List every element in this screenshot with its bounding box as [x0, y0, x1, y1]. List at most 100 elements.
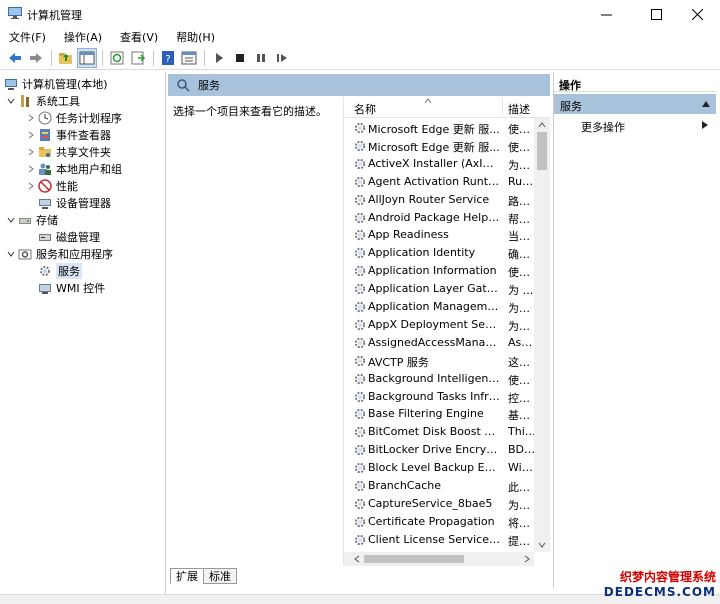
- column-header-name[interactable]: 名称: [354, 101, 376, 117]
- tree-item-services-and-applications[interactable]: 服务和应用程序: [6, 245, 113, 262]
- service-name: Android Package Helper ...: [368, 210, 500, 224]
- restart-service-button[interactable]: [272, 48, 292, 68]
- table-row[interactable]: BitComet Disk Boost Ser... This ...: [344, 423, 536, 441]
- tree-item-services[interactable]: 服务: [38, 262, 82, 279]
- back-button[interactable]: [5, 48, 25, 68]
- horizontal-scroll-thumb[interactable]: [364, 555, 464, 563]
- table-row[interactable]: AVCTP 服务 这是...: [344, 352, 536, 370]
- service-name: BitComet Disk Boost Ser...: [368, 425, 500, 439]
- scroll-down-button[interactable]: [534, 538, 550, 552]
- toolbar-separator: [204, 49, 205, 66]
- tree-item-local-users[interactable]: 本地用户和组: [26, 160, 122, 177]
- tab-extended[interactable]: 扩展: [170, 568, 204, 584]
- menu-action[interactable]: 操作(A): [61, 29, 105, 45]
- pause-service-button[interactable]: [251, 48, 271, 68]
- properties-button[interactable]: [179, 48, 199, 68]
- watermark-line2: DEDECMS.COM: [603, 585, 716, 599]
- service-name: Certificate Propagation: [368, 514, 495, 528]
- table-row[interactable]: BitLocker Drive Encryptio... BDE...: [344, 441, 536, 459]
- scroll-up-button[interactable]: [534, 118, 550, 132]
- menu-view[interactable]: 查看(V): [117, 29, 161, 45]
- tree-item-system-tools[interactable]: 系统工具: [6, 92, 80, 109]
- menu-file[interactable]: 文件(F): [6, 29, 49, 45]
- service-name: Application Identity: [368, 246, 476, 260]
- table-row[interactable]: Application Layer Gatewa... 为 In...: [344, 280, 536, 298]
- tree-item-disk-management[interactable]: 磁盘管理: [38, 228, 100, 245]
- stop-service-button[interactable]: [230, 48, 250, 68]
- tree-item-storage[interactable]: 存储: [6, 211, 58, 228]
- menu-help[interactable]: 帮助(H): [173, 29, 218, 45]
- table-row[interactable]: Agent Activation Runtime... Runt...: [344, 173, 536, 191]
- service-description: 使用...: [508, 373, 536, 387]
- collapsed-chevron-icon[interactable]: [26, 147, 36, 157]
- table-row[interactable]: BranchCache 此服...: [344, 477, 536, 495]
- tree-item-event-viewer[interactable]: 事件查看器: [26, 126, 111, 143]
- export-list-icon: [131, 51, 146, 64]
- table-row[interactable]: CaptureService_8bae5 为调...: [344, 495, 536, 513]
- table-row[interactable]: AppX Deployment Servic... 为部...: [344, 316, 536, 334]
- service-name: Agent Activation Runtime...: [368, 174, 500, 188]
- collapsed-chevron-icon[interactable]: [26, 113, 36, 123]
- collapsed-chevron-icon[interactable]: [26, 130, 36, 140]
- table-row[interactable]: Client License Service (Cli... 提供...: [344, 531, 536, 549]
- table-row[interactable]: Application Management 为通...: [344, 298, 536, 316]
- forward-button[interactable]: [26, 48, 46, 68]
- table-row[interactable]: Block Level Backup Engi... Win...: [344, 459, 536, 477]
- vertical-scrollbar[interactable]: [534, 118, 550, 552]
- table-row[interactable]: AllJoyn Router Service 路由...: [344, 191, 536, 209]
- table-row[interactable]: App Readiness 当用...: [344, 226, 536, 244]
- collapsed-chevron-icon[interactable]: [26, 164, 36, 174]
- table-row[interactable]: Background Intelligent T... 使用...: [344, 370, 536, 388]
- maximize-icon: [650, 8, 662, 20]
- service-description: 这是...: [508, 355, 536, 369]
- tree-item-wmi-control[interactable]: WMI 控件: [38, 279, 105, 296]
- tree-item-performance[interactable]: 性能: [26, 177, 78, 194]
- collapsed-chevron-icon[interactable]: [26, 181, 36, 191]
- expanded-chevron-icon[interactable]: [6, 215, 16, 225]
- title-bar: 计算机管理: [0, 0, 720, 28]
- table-row[interactable]: Background Tasks Infras... 控制...: [344, 388, 536, 406]
- table-row[interactable]: Android Package Helper ... 帮助...: [344, 209, 536, 227]
- gear-icon: [353, 336, 367, 350]
- help-button[interactable]: ?: [158, 48, 178, 68]
- expanded-chevron-icon[interactable]: [6, 96, 16, 106]
- up-level-button[interactable]: [56, 48, 76, 68]
- column-divider[interactable]: [502, 98, 503, 116]
- start-service-button[interactable]: [209, 48, 229, 68]
- maximize-button[interactable]: [633, 0, 679, 28]
- minimize-button[interactable]: [583, 0, 629, 28]
- export-list-button[interactable]: [128, 48, 148, 68]
- tree-item-shared-folders[interactable]: 共享文件夹: [26, 143, 111, 160]
- table-row[interactable]: Microsoft Edge 更新 服... 使你...: [344, 119, 536, 137]
- table-row[interactable]: Microsoft Edge 更新 服... 使你...: [344, 137, 536, 155]
- refresh-icon: [110, 51, 124, 64]
- actions-section-services[interactable]: 服务: [554, 94, 716, 114]
- watermark: 织梦内容管理系统 DEDECMS.COM: [596, 568, 716, 602]
- tree-item-task-scheduler[interactable]: 任务计划程序: [26, 109, 122, 126]
- table-row[interactable]: Certificate Propagation 将用...: [344, 513, 536, 531]
- column-header-description[interactable]: 描述: [508, 101, 530, 117]
- service-name: Client License Service (Cli...: [368, 532, 500, 546]
- service-description: 路由...: [508, 194, 536, 208]
- tree-item-device-manager[interactable]: 设备管理器: [38, 194, 111, 211]
- close-button[interactable]: [674, 0, 720, 28]
- tree-root[interactable]: 计算机管理(本地): [4, 75, 108, 92]
- tab-standard[interactable]: 标准: [203, 568, 237, 584]
- table-row[interactable]: Application Information 使用...: [344, 262, 536, 280]
- horizontal-scrollbar[interactable]: [344, 552, 534, 566]
- scroll-right-button[interactable]: [520, 552, 534, 566]
- table-row[interactable]: Base Filtering Engine 基本...: [344, 405, 536, 423]
- show-hide-tree-icon: [79, 51, 95, 64]
- service-description: Runt...: [508, 174, 536, 188]
- gear-icon: [353, 139, 367, 153]
- more-actions-item[interactable]: 更多操作: [554, 116, 716, 134]
- table-row[interactable]: Application Identity 确定...: [344, 244, 536, 262]
- vertical-scroll-thumb[interactable]: [537, 132, 547, 170]
- expanded-chevron-icon[interactable]: [6, 249, 16, 259]
- refresh-button[interactable]: [107, 48, 127, 68]
- table-row[interactable]: AssignedAccessManager... Assi...: [344, 334, 536, 352]
- table-row[interactable]: ActiveX Installer (AxInstSV) 为从 ...: [344, 155, 536, 173]
- scroll-left-button[interactable]: [350, 552, 364, 566]
- show-hide-tree-button[interactable]: [77, 47, 97, 68]
- tree-label: 任务计划程序: [56, 111, 122, 125]
